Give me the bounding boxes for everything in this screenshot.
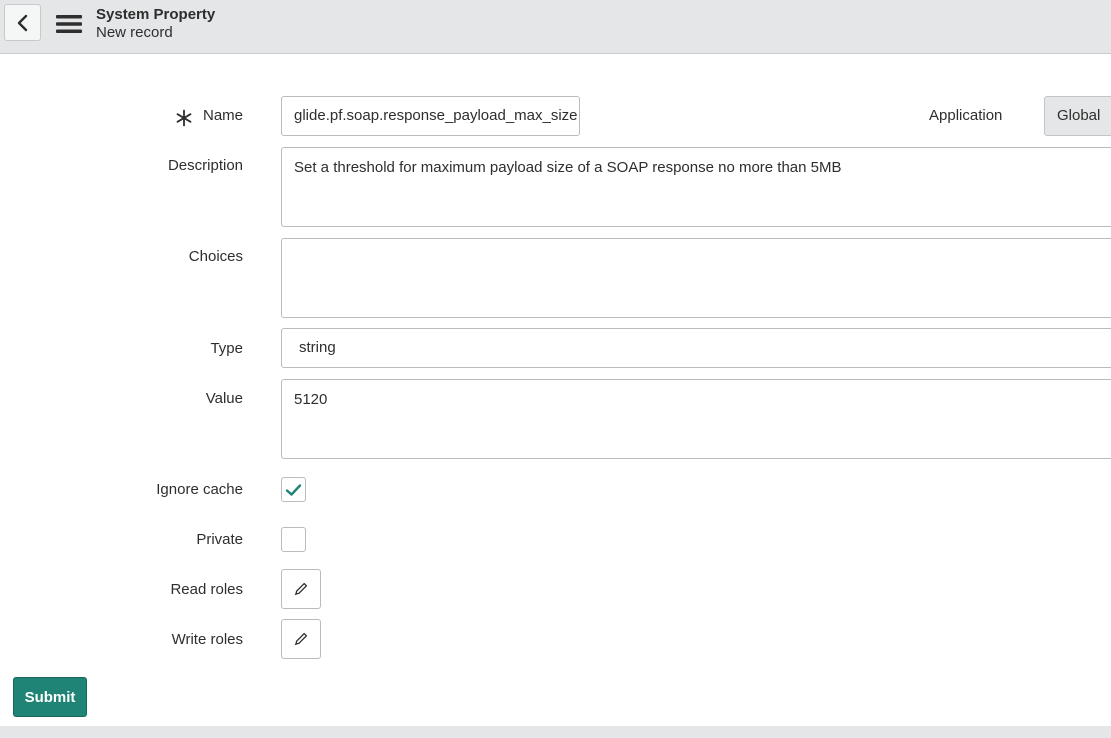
value-label: Value	[205, 390, 243, 407]
name-label: Name	[202, 107, 243, 124]
application-field: Global	[1044, 96, 1111, 136]
page-subtitle: New record	[96, 24, 173, 41]
name-field[interactable]: glide.pf.soap.response_payload_max_size	[281, 96, 580, 136]
write-roles-label: Write roles	[171, 631, 243, 648]
submit-button[interactable]: Submit	[13, 677, 87, 717]
read-roles-label: Read roles	[170, 581, 243, 598]
application-label: Application	[929, 107, 1003, 124]
form-header: System Property New record	[0, 0, 1111, 54]
description-label: Description	[167, 157, 243, 174]
required-asterisk-icon	[176, 109, 192, 127]
choices-textarea[interactable]	[281, 238, 1111, 318]
hamburger-menu-icon[interactable]	[56, 14, 82, 34]
pencil-icon	[294, 582, 308, 596]
value-textarea[interactable]: 5120	[281, 379, 1111, 459]
page-title: System Property	[96, 6, 216, 23]
choices-label: Choices	[188, 248, 243, 265]
ignore-cache-checkbox[interactable]	[281, 477, 306, 502]
description-textarea[interactable]: Set a threshold for maximum payload size…	[281, 147, 1111, 227]
checkmark-icon	[285, 483, 302, 496]
pencil-icon	[294, 632, 308, 646]
chevron-left-icon	[17, 14, 27, 31]
private-checkbox[interactable]	[281, 527, 306, 552]
ignore-cache-label: Ignore cache	[156, 481, 243, 498]
back-button[interactable]	[4, 4, 41, 41]
form-footer-bar	[0, 726, 1111, 738]
type-label: Type	[210, 340, 243, 357]
private-label: Private	[196, 531, 243, 548]
header-titles: System Property New record	[96, 6, 215, 42]
read-roles-edit-button[interactable]	[281, 569, 321, 609]
write-roles-edit-button[interactable]	[281, 619, 321, 659]
type-select[interactable]: string	[281, 328, 1111, 368]
